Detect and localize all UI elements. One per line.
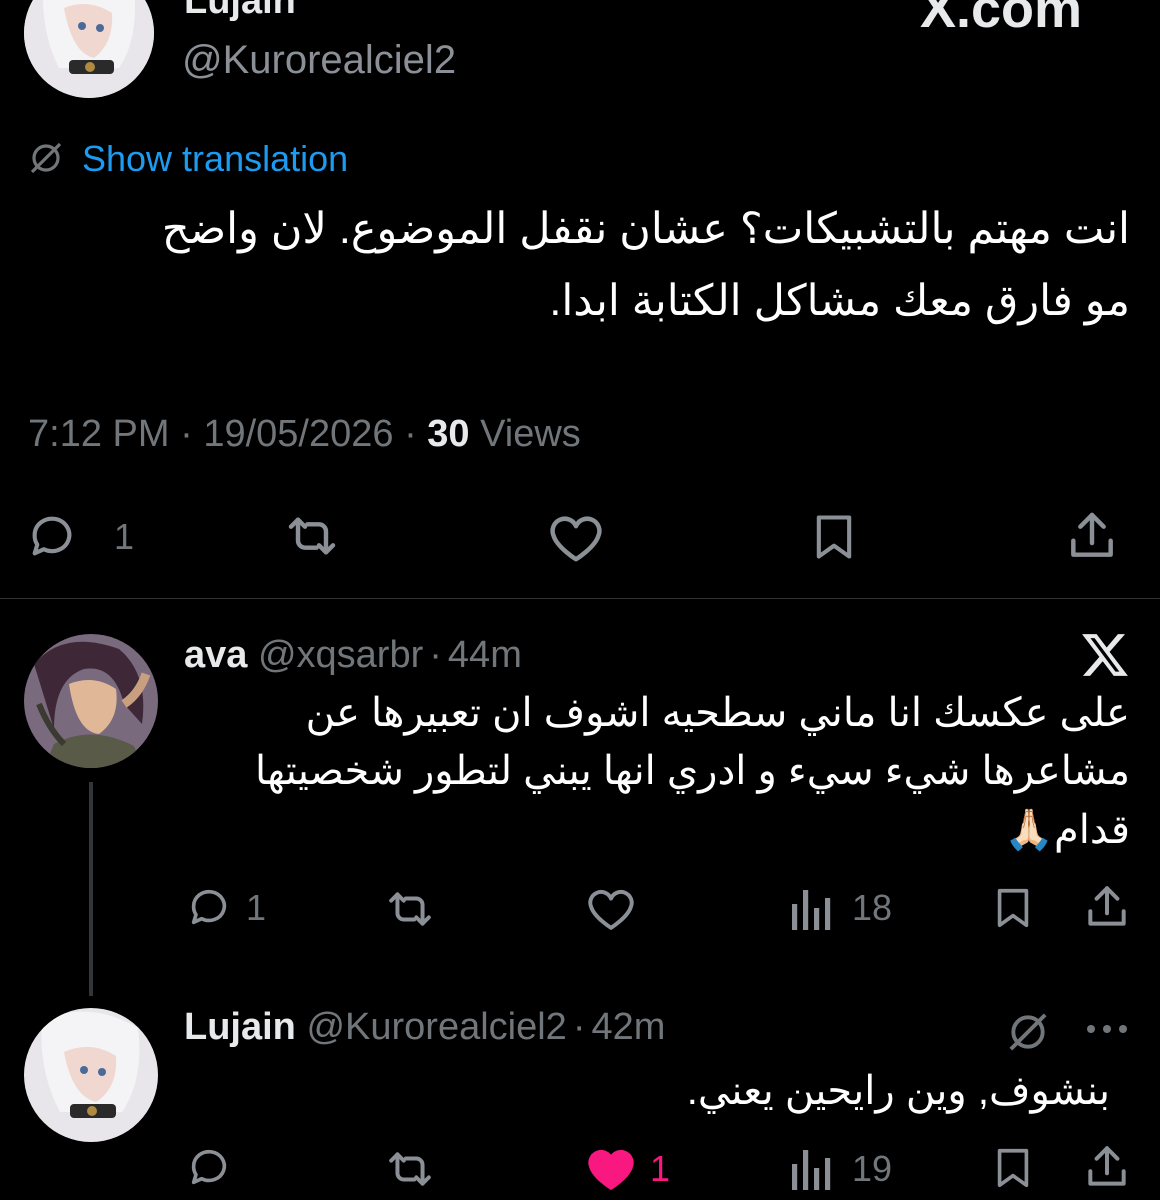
tweet-date[interactable]: 19/05/2026	[203, 413, 393, 455]
reply1-avatar[interactable]	[24, 634, 158, 768]
reply1-time[interactable]: 44m	[448, 634, 522, 676]
x-logo-icon	[1080, 632, 1130, 678]
reply2-like-count: 1	[650, 1148, 671, 1189]
show-translation-link[interactable]: Show translation	[82, 138, 348, 180]
main-tweet-meta: 7:12 PM · 19/05/2026 · 30 Views	[28, 413, 581, 456]
reply1-reply-count: 1	[246, 887, 267, 928]
reply2-handle[interactable]: @Kurorealciel2	[306, 1006, 566, 1048]
tweet-time[interactable]: 7:12 PM	[28, 413, 170, 455]
meta-separator: ·	[180, 413, 193, 455]
share-icon[interactable]	[1082, 1142, 1132, 1192]
reply2-display-name[interactable]: Lujain	[184, 1006, 296, 1048]
like-icon-filled[interactable]	[584, 1146, 638, 1192]
translate-icon	[28, 140, 64, 176]
retweet-icon[interactable]	[284, 510, 340, 562]
retweet-icon[interactable]	[384, 886, 436, 932]
reply2-time[interactable]: 42m	[591, 1006, 665, 1048]
main-display-name[interactable]: Lujain	[184, 0, 296, 23]
reply1-handle[interactable]: @xqsarbr	[258, 634, 423, 676]
reply1-header: ava @xqsarbr · 44m	[184, 634, 522, 677]
reply-icon[interactable]	[186, 884, 232, 930]
views-count[interactable]: 30	[427, 413, 469, 455]
reply2-views-count: 19	[852, 1148, 893, 1189]
reply1-text-line1: على عكسك انا ماني سطحيه اشوف ان تعبيرها …	[305, 691, 1130, 735]
reply2-avatar[interactable]	[24, 1008, 158, 1142]
reply2-header: Lujain @Kurorealciel2 · 42m	[184, 1006, 665, 1049]
meta-separator: ·	[429, 634, 442, 676]
like-icon[interactable]	[546, 512, 606, 564]
bookmark-icon[interactable]	[990, 884, 1036, 932]
reply-count: 1	[114, 516, 135, 557]
views-label: Views	[480, 413, 581, 455]
reply1-display-name[interactable]: ava	[184, 634, 247, 676]
bookmark-icon[interactable]	[808, 510, 860, 564]
reply1-text-line2: مشاعرها شيء سيء و ادري انها يبني لتطور ش…	[255, 749, 1130, 793]
bookmark-icon[interactable]	[990, 1144, 1036, 1192]
views-icon[interactable]	[790, 886, 834, 930]
translate-icon[interactable]	[1006, 1010, 1050, 1054]
reply-icon[interactable]	[186, 1144, 232, 1190]
reply1-views-count: 18	[852, 887, 893, 928]
reply1-text-line3: قدام🙏🏻	[1004, 808, 1130, 852]
share-icon[interactable]	[1064, 508, 1120, 564]
main-tweet-text-line2: مو فارق معك مشاكل الكتابة ابدا.	[549, 277, 1130, 325]
meta-separator: ·	[404, 413, 417, 455]
main-tweet-text-line1: انت مهتم بالتشبيكات؟ عشان نقفل الموضوع. …	[161, 205, 1130, 253]
main-handle[interactable]: @Kurorealciel2	[182, 38, 456, 83]
like-icon[interactable]	[584, 886, 638, 932]
views-icon[interactable]	[790, 1146, 834, 1190]
reply-icon[interactable]	[26, 510, 78, 562]
thread-line	[89, 782, 93, 996]
more-icon[interactable]	[1084, 1022, 1130, 1036]
main-avatar[interactable]	[24, 0, 154, 98]
reply2-text-line1: بنشوف, وين رايحين يعني.	[686, 1069, 1110, 1113]
retweet-icon[interactable]	[384, 1146, 436, 1192]
section-divider	[0, 598, 1160, 599]
share-icon[interactable]	[1082, 882, 1132, 932]
watermark: X.com	[920, 0, 1083, 39]
meta-separator: ·	[572, 1006, 586, 1048]
